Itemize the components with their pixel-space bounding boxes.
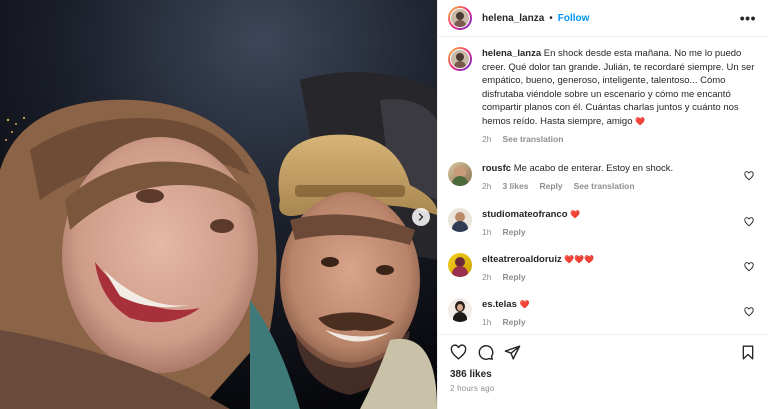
comment-text: ❤️ bbox=[570, 209, 581, 219]
see-translation-link[interactable]: See translation bbox=[502, 133, 563, 147]
bookmark-icon[interactable] bbox=[740, 344, 756, 361]
post-caption: helena_lanza En shock desde esta mañana.… bbox=[448, 47, 756, 147]
avatar[interactable] bbox=[448, 297, 472, 322]
photo-image bbox=[0, 0, 437, 409]
avatar[interactable] bbox=[448, 252, 472, 277]
caption-username[interactable]: helena_lanza bbox=[482, 48, 541, 59]
comment-item: es.telas ❤️ 1h Reply bbox=[448, 297, 756, 330]
caption-text: En shock desde esta mañana. No me lo pue… bbox=[482, 48, 755, 127]
comment-time: 2h bbox=[482, 272, 492, 282]
chevron-right-icon bbox=[418, 213, 424, 221]
heart-outline-icon[interactable] bbox=[744, 216, 754, 227]
post-actions-section: 386 likes 2 hours ago bbox=[438, 334, 768, 393]
reply-button[interactable]: Reply bbox=[502, 226, 525, 240]
carousel-next-button[interactable] bbox=[412, 208, 430, 226]
separator-dot: • bbox=[549, 12, 553, 24]
see-translation-link[interactable]: See translation bbox=[574, 180, 635, 194]
comment-text: Me acabo de enterar. Estoy en shock. bbox=[513, 162, 674, 174]
heart-outline-icon[interactable] bbox=[744, 170, 754, 181]
reply-button[interactable]: Reply bbox=[502, 271, 525, 285]
comment-text: ❤️ bbox=[519, 299, 530, 309]
post-photo[interactable] bbox=[0, 0, 437, 409]
heart-outline-icon[interactable] bbox=[744, 261, 754, 272]
follow-button[interactable]: Follow bbox=[558, 13, 590, 24]
more-horizontal-icon[interactable]: ••• bbox=[740, 10, 756, 26]
comment-text: ❤️❤️❤️ bbox=[564, 254, 595, 264]
action-bar bbox=[450, 335, 756, 369]
red-heart-emoji: ❤️ bbox=[635, 116, 646, 126]
post-timestamp[interactable]: 2 hours ago bbox=[450, 384, 756, 393]
heart-outline-icon[interactable] bbox=[450, 343, 467, 361]
reply-button[interactable]: Reply bbox=[539, 180, 562, 194]
comment-item: studiomateofranco ❤️ 1h Reply bbox=[448, 207, 756, 240]
avatar[interactable] bbox=[448, 6, 472, 30]
comment-time: 1h bbox=[482, 227, 492, 237]
comment-item: rousfc Me acabo de enterar. Estoy en sho… bbox=[448, 161, 756, 194]
comment-likes[interactable]: 3 likes bbox=[502, 180, 528, 194]
reply-button[interactable]: Reply bbox=[502, 316, 525, 330]
post-author-username[interactable]: helena_lanza bbox=[482, 13, 544, 24]
avatar[interactable] bbox=[448, 47, 472, 71]
heart-outline-icon[interactable] bbox=[744, 306, 754, 317]
avatar[interactable] bbox=[448, 161, 472, 186]
like-count[interactable]: 386 likes bbox=[450, 369, 756, 380]
comment-time: 1h bbox=[482, 317, 492, 327]
comment-item: elteatreroaldoruiz ❤️❤️❤️ 2h Reply bbox=[448, 252, 756, 285]
comment-username[interactable]: elteatreroaldoruiz bbox=[482, 254, 562, 265]
comment-time: 2h bbox=[482, 181, 492, 191]
paper-plane-icon[interactable] bbox=[504, 344, 521, 361]
comment-username[interactable]: studiomateofranco bbox=[482, 209, 568, 220]
post-header: helena_lanza • Follow ••• bbox=[438, 0, 768, 37]
comments-list[interactable]: helena_lanza En shock desde esta mañana.… bbox=[438, 37, 768, 334]
post-sidebar: helena_lanza • Follow ••• helena_lanza E… bbox=[437, 0, 768, 409]
comment-username[interactable]: rousfc bbox=[482, 163, 511, 174]
comment-username[interactable]: es.telas bbox=[482, 299, 517, 310]
avatar[interactable] bbox=[448, 207, 472, 232]
caption-time: 2h bbox=[482, 134, 492, 144]
speech-bubble-icon[interactable] bbox=[477, 344, 494, 361]
